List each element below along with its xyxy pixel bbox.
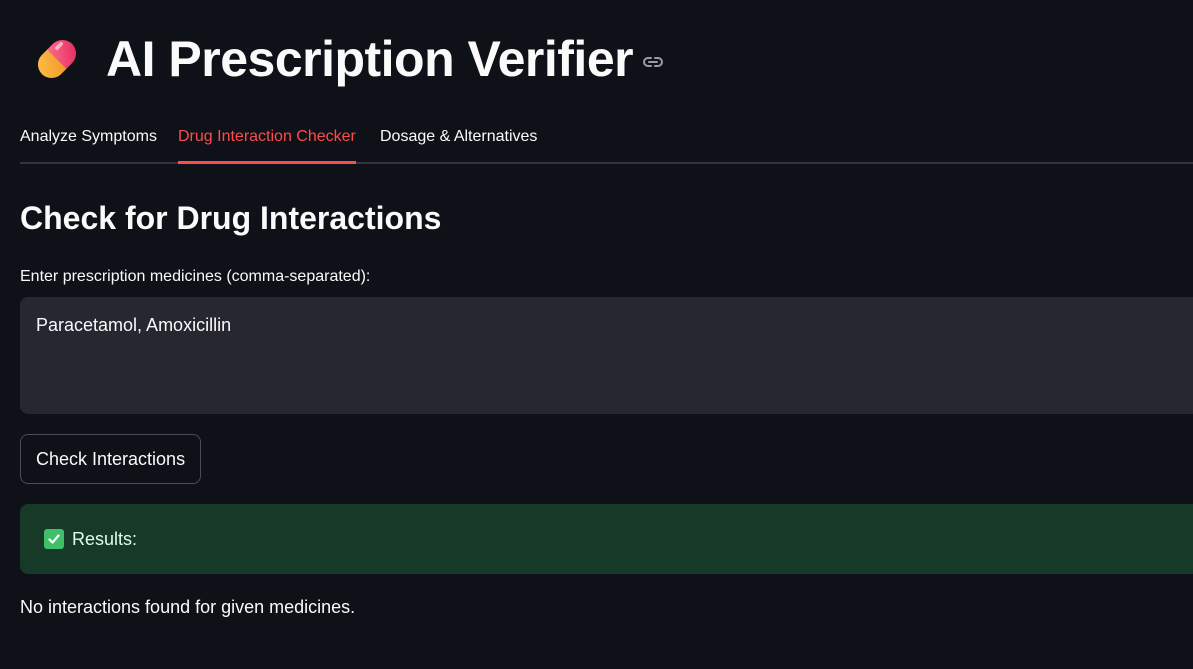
alert-text: Results: (72, 528, 138, 549)
medicines-input-label: Enter prescription medicines (comma-sepa… (20, 268, 371, 285)
link-icon[interactable] (641, 50, 665, 74)
tab-dosage-alternatives[interactable]: Dosage & Alternatives (380, 118, 537, 162)
tab-analyze-symptoms[interactable]: Analyze Symptoms (20, 118, 157, 162)
section-heading: Check for Drug Interactions (20, 200, 442, 236)
check-box-icon (44, 529, 64, 549)
title-row: AI Prescription Verifier (26, 26, 665, 92)
result-text: No interactions found for given medicine… (20, 597, 356, 617)
medicines-textarea[interactable]: Paracetamol, Amoxicillin (20, 297, 1193, 414)
check-interactions-button[interactable]: Check Interactions (20, 434, 202, 484)
tab-drug-interaction-checker[interactable]: Drug Interaction Checker (178, 118, 356, 164)
pill-icon (38, 40, 76, 78)
tab-bar: Analyze Symptoms Drug Interaction Checke… (20, 118, 1193, 164)
success-alert: Results: (20, 504, 1193, 574)
page-title: AI Prescription Verifier (106, 31, 634, 87)
app-page: AI Prescription Verifier Analyze Symptom… (0, 0, 1193, 669)
